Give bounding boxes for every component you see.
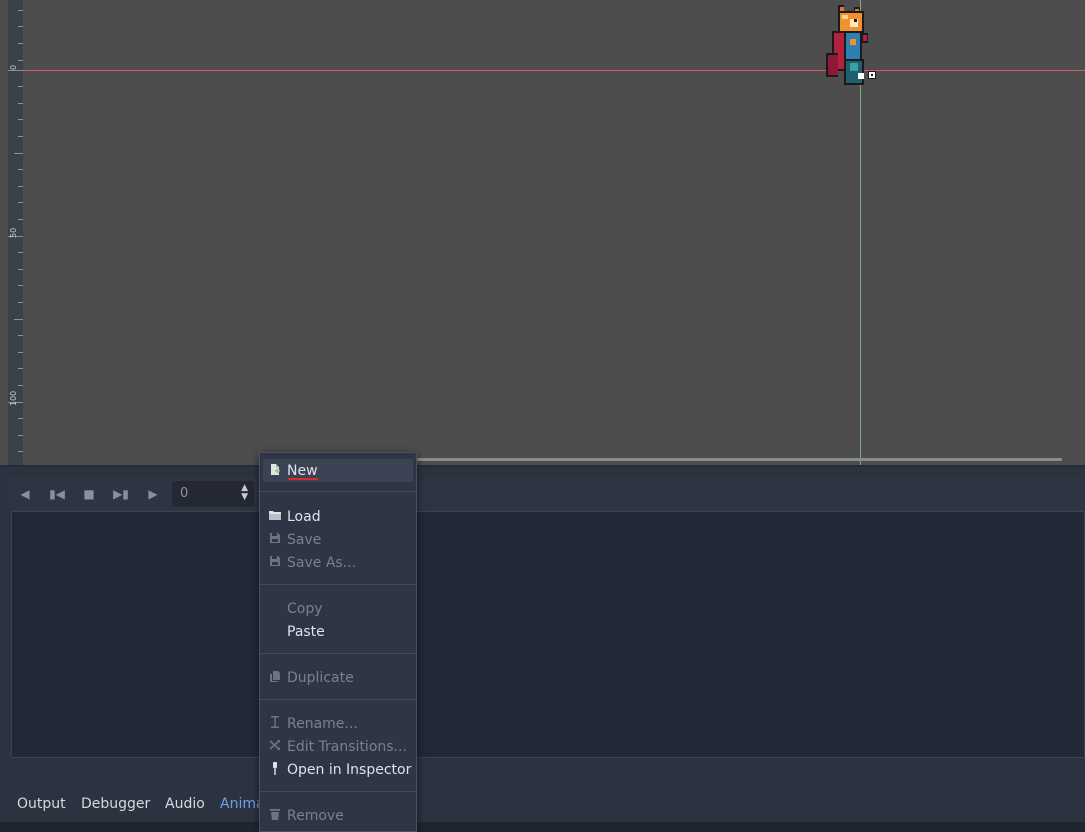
- text-cursor-icon: [263, 716, 287, 731]
- ruler-label-100: 100: [9, 390, 18, 406]
- menu-item-rename[interactable]: Rename...: [263, 712, 413, 735]
- horizontal-scrollbar[interactable]: [402, 458, 1062, 461]
- canvas-viewport[interactable]: 0 50 100: [0, 0, 1085, 467]
- menu-item-new[interactable]: New: [263, 459, 413, 482]
- play-backwards-from-end-icon[interactable]: ▮◀: [44, 481, 70, 507]
- highlight-underline: [288, 478, 318, 480]
- ruler-label-50: 50: [9, 227, 18, 238]
- menu-item-copy[interactable]: Copy: [263, 597, 413, 620]
- play-backwards-icon[interactable]: ◀: [12, 481, 38, 507]
- animation-context-menu: New Load Save Save As... Copy Paste Dupl…: [259, 452, 417, 832]
- menu-item-label: Edit Transitions...: [287, 738, 407, 755]
- menu-item-label: Remove: [287, 807, 344, 824]
- menu-item-save-as[interactable]: Save As...: [263, 551, 413, 574]
- menu-item-duplicate[interactable]: Duplicate: [263, 666, 413, 689]
- tab-output[interactable]: Output: [17, 796, 66, 812]
- folder-icon: [263, 509, 287, 524]
- save-icon: [263, 532, 287, 547]
- tab-audio[interactable]: Audio: [165, 796, 205, 812]
- character-sprite[interactable]: [822, 3, 882, 89]
- duplicate-icon: [263, 670, 287, 686]
- stop-icon[interactable]: ■: [76, 481, 102, 507]
- menu-item-save[interactable]: Save: [263, 528, 413, 551]
- trash-icon: [263, 808, 287, 823]
- tab-animation[interactable]: Anima: [220, 796, 265, 812]
- animation-panel: ◀ ▮◀ ■ ▶▮ ▶ 0 ▲ ▼: [0, 467, 1085, 832]
- bottom-dock-tabs: Output Debugger Audio Anima: [0, 790, 1085, 822]
- menu-item-label: Duplicate: [287, 669, 354, 686]
- menu-item-label: Load: [287, 508, 321, 525]
- menu-separator: [260, 491, 416, 492]
- tab-debugger[interactable]: Debugger: [81, 796, 150, 812]
- play-from-start-icon[interactable]: ▶▮: [108, 481, 134, 507]
- menu-item-label: Save: [287, 531, 322, 548]
- menu-item-label: Open in Inspector: [287, 761, 412, 778]
- play-icon[interactable]: ▶: [140, 481, 166, 507]
- frame-position-value[interactable]: 0: [180, 486, 188, 501]
- animation-track-area[interactable]: [11, 511, 1085, 758]
- menu-item-open-in-inspector[interactable]: Open in Inspector: [263, 758, 413, 781]
- menu-item-label: Save As...: [287, 554, 357, 571]
- pin-icon: [263, 761, 287, 778]
- frame-position-spinbox[interactable]: 0 ▲ ▼: [172, 481, 254, 507]
- new-file-icon: [263, 463, 287, 479]
- menu-item-label: Rename...: [287, 715, 358, 732]
- x-axis-line: [23, 70, 1085, 71]
- spinner-arrows-icon[interactable]: ▲ ▼: [241, 484, 248, 502]
- window-bottom-edge: [0, 822, 1085, 832]
- menu-separator: [260, 699, 416, 700]
- menu-item-edit-transitions[interactable]: Edit Transitions...: [263, 735, 413, 758]
- vertical-ruler: 0 50 100: [8, 0, 23, 467]
- transitions-icon: [263, 739, 287, 754]
- menu-separator: [260, 584, 416, 585]
- ruler-label-0: 0: [9, 64, 18, 70]
- menu-item-remove[interactable]: Remove: [263, 804, 413, 827]
- menu-item-load[interactable]: Load: [263, 505, 413, 528]
- menu-item-paste[interactable]: Paste: [263, 620, 413, 643]
- menu-item-label: New: [287, 462, 318, 479]
- menu-separator: [260, 653, 416, 654]
- menu-item-label: Paste: [287, 623, 325, 640]
- save-icon: [263, 555, 287, 570]
- menu-item-label: Copy: [287, 600, 323, 617]
- animation-toolbar: ◀ ▮◀ ■ ▶▮ ▶ 0 ▲ ▼: [8, 477, 1085, 511]
- menu-separator: [260, 791, 416, 792]
